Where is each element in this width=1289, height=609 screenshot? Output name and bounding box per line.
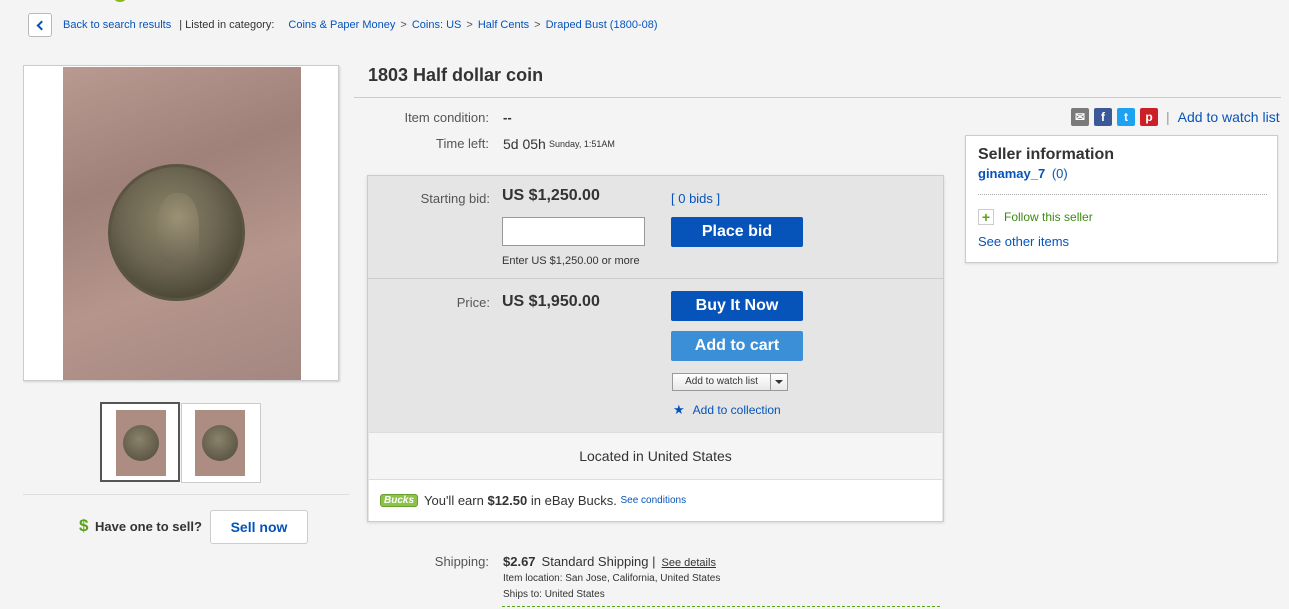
email-icon[interactable]: ✉ (1071, 108, 1089, 126)
sell-now-button[interactable]: Sell now (210, 510, 308, 544)
ebay-bucks-row: Bucks You'll earn $12.50 in eBay Bucks. … (369, 480, 942, 521)
breadcrumb-separator: > (466, 19, 473, 31)
add-to-watch-list-link[interactable]: Add to watch list (1178, 109, 1280, 125)
facebook-icon[interactable]: f (1094, 108, 1112, 126)
shipping-method: Standard Shipping | (541, 554, 656, 569)
bid-amount-input[interactable] (502, 217, 645, 246)
bucks-badge: Bucks (380, 494, 419, 507)
ships-to: Ships to: United States (503, 589, 605, 600)
sell-question: Have one to sell? (95, 519, 202, 534)
item-location-banner: Located in United States (369, 432, 942, 480)
time-left-day: Sunday, 1:51AM (549, 139, 615, 149)
main-image-frame[interactable] (23, 65, 339, 381)
shipping-cost: $2.67 (503, 554, 536, 569)
pinterest-icon[interactable]: p (1140, 108, 1158, 126)
breadcrumb: Back to search results | Listed in categ… (63, 19, 658, 31)
time-left-label: Time left: (436, 136, 489, 151)
logo-fragment (112, 0, 128, 2)
seller-feedback-link[interactable]: (0) (1052, 166, 1068, 181)
thumbnail-image (116, 410, 166, 476)
seller-divider (978, 194, 1267, 195)
shipping-label: Shipping: (434, 554, 489, 569)
chevron-down-icon[interactable] (771, 380, 787, 384)
seller-info-panel: Seller information ginamay_7 (0) + Follo… (965, 135, 1278, 263)
bid-box: Starting bid: US $1,250.00 [ 0 bids ] Pl… (367, 175, 944, 522)
category-link-draped-bust[interactable]: Draped Bust (1800-08) (546, 19, 658, 31)
see-other-items-link[interactable]: See other items (978, 234, 1069, 249)
coin-photo (63, 67, 301, 380)
add-to-collection[interactable]: ★ Add to collection (673, 402, 781, 418)
follow-seller-label[interactable]: Follow this seller (1004, 210, 1093, 224)
thumbnail-1[interactable] (100, 402, 180, 482)
twitter-icon[interactable]: t (1117, 108, 1135, 126)
breadcrumb-separator: > (400, 19, 407, 31)
watch-list-dropdown-label: Add to watch list (673, 374, 771, 390)
starting-bid-value: US $1,250.00 (502, 187, 600, 204)
bucks-earn-suffix: in eBay Bucks. (530, 493, 617, 508)
back-button[interactable] (28, 13, 52, 37)
watch-list-dropdown[interactable]: Add to watch list (672, 373, 788, 391)
price-value: US $1,950.00 (502, 293, 600, 310)
bid-hint: Enter US $1,250.00 or more (502, 255, 640, 267)
category-link-half-cents[interactable]: Half Cents (478, 19, 529, 31)
bid-divider (368, 278, 943, 279)
page-title: 1803 Half dollar coin (368, 65, 544, 85)
bids-count-link[interactable]: [ 0 bids ] (671, 191, 720, 206)
condition-value: -- (503, 110, 512, 125)
shipping-row: $2.67 Standard Shipping | See details (503, 554, 716, 569)
seller-name-row: ginamay_7 (0) (978, 166, 1068, 181)
title-divider (354, 97, 1281, 98)
coin-bust-image (157, 193, 199, 263)
breadcrumb-separator: > (534, 19, 541, 31)
bucks-earn-amount: $12.50 (487, 493, 528, 508)
time-left-value: 5d 05h (503, 136, 546, 152)
buy-it-now-button[interactable]: Buy It Now (671, 291, 803, 321)
add-to-collection-link[interactable]: Add to collection (693, 403, 781, 417)
category-link-coins-paper-money[interactable]: Coins & Paper Money (288, 19, 395, 31)
divider (23, 494, 349, 495)
condition-label: Item condition: (404, 110, 489, 125)
dollar-icon: $ (79, 516, 89, 535)
thumbnail-coin (202, 425, 238, 461)
thumbnail-image (195, 410, 245, 476)
see-details-link[interactable]: See details (662, 557, 716, 569)
share-separator: | (1166, 109, 1170, 125)
star-icon: ★ (673, 402, 685, 417)
bucks-earn-prefix: You'll earn (424, 493, 484, 508)
place-bid-button[interactable]: Place bid (671, 217, 803, 247)
category-link-coins-us[interactable]: Coins: US (412, 19, 462, 31)
chevron-left-icon (36, 20, 47, 30)
seller-name-link[interactable]: ginamay_7 (978, 166, 1045, 181)
thumbnail-2[interactable] (181, 403, 261, 483)
coin-image (108, 164, 245, 301)
seller-info-heading: Seller information (978, 146, 1115, 163)
starting-bid-label: Starting bid: (420, 191, 490, 206)
add-to-cart-button[interactable]: Add to cart (671, 331, 803, 361)
follow-seller[interactable]: + Follow this seller (978, 209, 1093, 225)
thumbnail-coin (123, 425, 159, 461)
item-location: Item location: San Jose, California, Uni… (503, 573, 721, 584)
back-to-results-link[interactable]: Back to search results (63, 19, 171, 31)
listed-in-label: | Listed in category: (179, 19, 275, 31)
green-divider (502, 606, 940, 607)
see-conditions-link[interactable]: See conditions (620, 495, 686, 506)
plus-icon: + (978, 209, 994, 225)
share-row: ✉ f t p | Add to watch list (1071, 108, 1280, 126)
price-label: Price: (456, 295, 490, 310)
